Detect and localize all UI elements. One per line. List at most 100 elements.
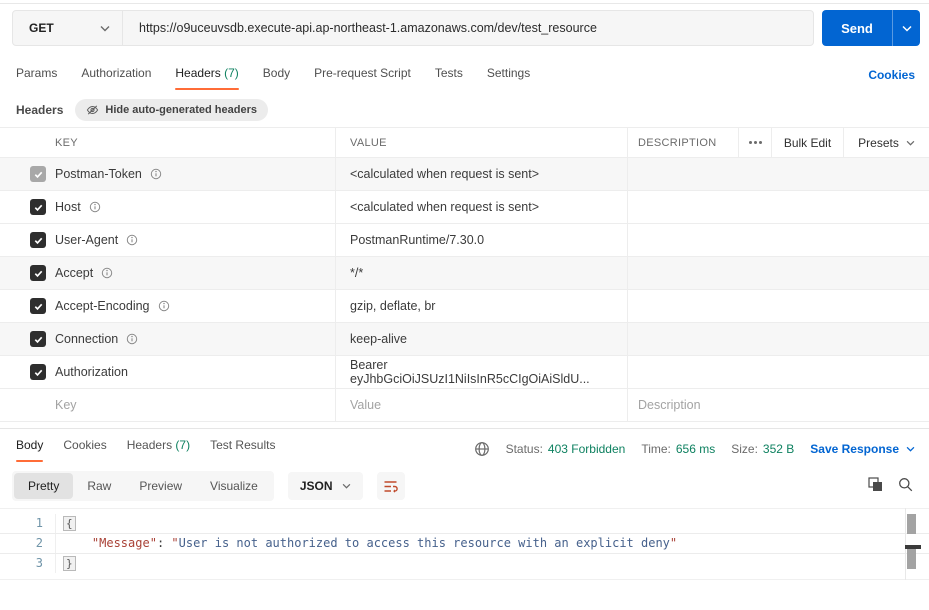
header-key: Accept: [55, 266, 94, 280]
response-body-viewer: 1 { 2 "Message": "User is not authorized…: [0, 508, 929, 580]
headers-count: (7): [224, 66, 239, 80]
description-placeholder[interactable]: Description: [627, 389, 929, 421]
row-checkbox-checked[interactable]: [30, 298, 46, 314]
save-response-button[interactable]: Save Response: [810, 442, 915, 456]
time-badge: Time: 656 ms: [641, 442, 716, 456]
header-description[interactable]: [627, 290, 929, 322]
line-number: 2: [0, 534, 56, 553]
response-tab-test-results[interactable]: Test Results: [210, 438, 275, 462]
search-icon[interactable]: [898, 477, 913, 492]
view-mode-switcher: Pretty Raw Preview Visualize: [12, 471, 274, 501]
code-actions: [868, 477, 913, 492]
json-key: "Message": [91, 536, 157, 550]
code-line: 3 }: [0, 554, 929, 573]
value-placeholder[interactable]: Value: [335, 389, 627, 421]
more-options-button[interactable]: [738, 128, 771, 157]
header-description[interactable]: [627, 191, 929, 223]
key-placeholder[interactable]: Key: [55, 398, 335, 412]
view-mode-preview[interactable]: Preview: [125, 473, 196, 499]
scrollbar-thumb[interactable]: [907, 549, 916, 569]
scrollbar-thumb[interactable]: [907, 514, 916, 534]
header-value[interactable]: */*: [335, 257, 627, 289]
info-icon: [89, 201, 101, 213]
tab-body[interactable]: Body: [263, 66, 290, 90]
header-description[interactable]: [627, 224, 929, 256]
view-mode-raw[interactable]: Raw: [73, 473, 125, 499]
send-options-button[interactable]: [892, 10, 920, 46]
header-description[interactable]: [627, 323, 929, 355]
row-checkbox-checked[interactable]: [30, 265, 46, 281]
response-tab-headers[interactable]: Headers (7): [127, 438, 190, 462]
row-checkbox-checked[interactable]: [30, 331, 46, 347]
header-value[interactable]: gzip, deflate, br: [335, 290, 627, 322]
header-description[interactable]: [627, 257, 929, 289]
format-dropdown[interactable]: JSON: [287, 472, 363, 500]
response-section-divider: [0, 428, 929, 429]
bulk-edit-button[interactable]: Bulk Edit: [771, 128, 843, 157]
headers-section-title: Headers: [16, 103, 64, 117]
wrap-lines-button[interactable]: [376, 472, 405, 500]
more-options-icon: [753, 141, 757, 144]
column-header-value: VALUE: [335, 128, 627, 157]
code-line-active: 2 "Message": "User is not authorized to …: [0, 533, 929, 554]
info-icon: [126, 234, 138, 246]
tab-params[interactable]: Params: [16, 66, 57, 90]
status-badge: Status: 403 Forbidden: [505, 442, 626, 456]
table-row: Connection keep-alive: [0, 323, 929, 356]
header-key: Host: [55, 200, 81, 214]
response-meta: Status: 403 Forbidden Time: 656 ms Size: 35…: [474, 441, 915, 457]
request-bar: GET https://o9uceuvsdb.execute-api.ap-no…: [12, 10, 920, 46]
tab-settings[interactable]: Settings: [487, 66, 530, 90]
code-line: 1 {: [0, 514, 929, 533]
method-select[interactable]: GET: [13, 11, 123, 45]
tab-authorization[interactable]: Authorization: [81, 66, 151, 90]
header-key: Postman-Token: [55, 167, 142, 181]
info-icon: [158, 300, 170, 312]
globe-icon[interactable]: [474, 441, 490, 457]
column-header-key: KEY: [55, 136, 78, 149]
header-value[interactable]: PostmanRuntime/7.30.0: [335, 224, 627, 256]
line-number: 1: [0, 514, 56, 533]
header-description[interactable]: [627, 158, 929, 190]
tab-tests[interactable]: Tests: [435, 66, 463, 90]
table-row: User-Agent PostmanRuntime/7.30.0: [0, 224, 929, 257]
copy-icon[interactable]: [868, 477, 883, 492]
tab-pre-request-script[interactable]: Pre-request Script: [314, 66, 411, 90]
row-checkbox-checked[interactable]: [30, 199, 46, 215]
response-tab-cookies[interactable]: Cookies: [63, 438, 106, 462]
header-description[interactable]: [627, 356, 929, 388]
tab-headers[interactable]: Headers (7): [175, 66, 240, 90]
header-value[interactable]: Bearer eyJhbGciOiJSUzI1NiIsInR5cCIgOiAiS…: [335, 356, 627, 388]
row-checkbox-checked[interactable]: [30, 364, 46, 380]
window-top-divider: [0, 3, 929, 4]
new-header-row: Key Value Description: [0, 389, 929, 422]
info-icon: [150, 168, 162, 180]
presets-dropdown[interactable]: Presets: [843, 128, 929, 157]
header-value[interactable]: keep-alive: [335, 323, 627, 355]
hide-autogenerated-headers-button[interactable]: Hide auto-generated headers: [75, 99, 268, 121]
chevron-down-icon: [100, 25, 110, 32]
chevron-down-icon: [901, 25, 912, 32]
row-checkbox-checked[interactable]: [30, 232, 46, 248]
header-value[interactable]: <calculated when request is sent>: [335, 158, 627, 190]
json-value: User is not authorized to access this re…: [178, 536, 670, 550]
view-mode-visualize[interactable]: Visualize: [196, 473, 272, 499]
send-button-group: Send: [822, 10, 920, 46]
request-tabs: Params Authorization Headers (7) Body Pr…: [16, 66, 530, 90]
table-row: Accept-Encoding gzip, deflate, br: [0, 290, 929, 323]
scrollbar-track[interactable]: [905, 508, 906, 580]
line-number: 3: [0, 554, 56, 573]
headers-table: KEY VALUE DESCRIPTION Bulk Edit Presets …: [0, 127, 929, 422]
row-checkbox-checked[interactable]: [30, 166, 46, 182]
send-button[interactable]: Send: [822, 10, 892, 46]
header-key: Connection: [55, 332, 119, 346]
cookies-link[interactable]: Cookies: [868, 68, 915, 82]
view-mode-pretty[interactable]: Pretty: [14, 473, 74, 499]
method-value: GET: [29, 21, 54, 35]
url-input[interactable]: https://o9uceuvsdb.execute-api.ap-northe…: [123, 11, 813, 45]
hide-autogenerated-headers-label: Hide auto-generated headers: [105, 104, 257, 116]
eye-off-icon: [86, 104, 99, 116]
header-value[interactable]: <calculated when request is sent>: [335, 191, 627, 223]
response-tab-body[interactable]: Body: [16, 438, 44, 462]
response-toolbar: Pretty Raw Preview Visualize JSON: [12, 471, 405, 501]
